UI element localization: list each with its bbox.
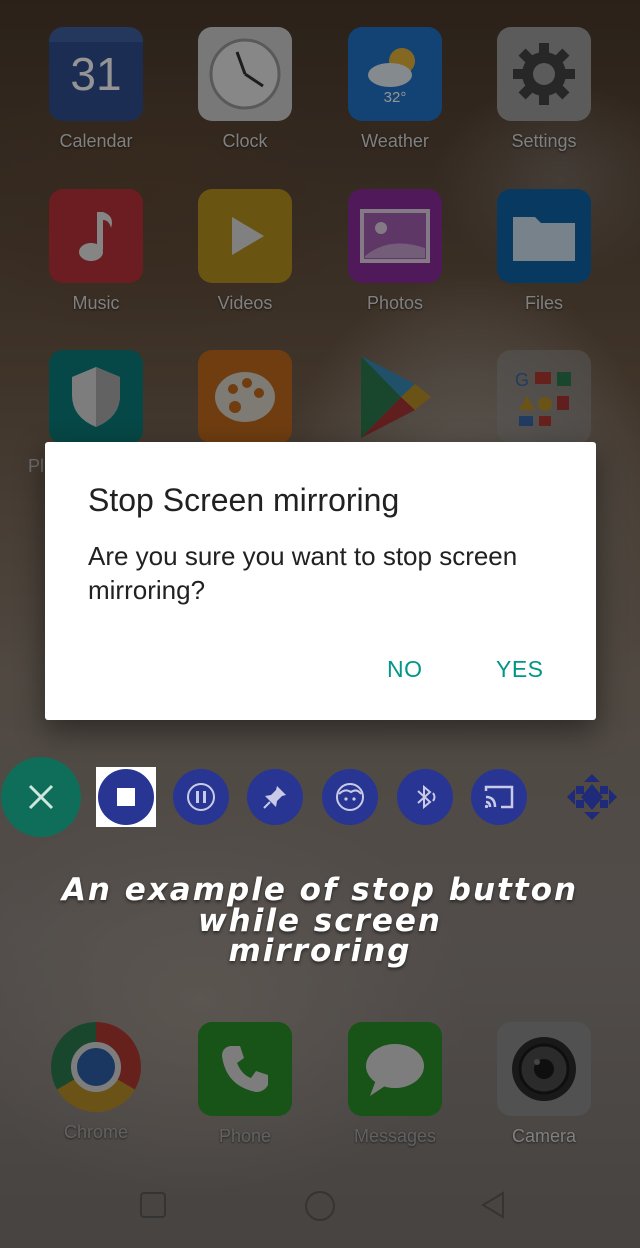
close-toolbar-button[interactable] [1, 757, 81, 837]
stop-mirroring-dialog: Stop Screen mirroring Are you sure you w… [45, 442, 596, 720]
cast-button[interactable] [471, 769, 527, 825]
dialog-message: Are you sure you want to stop screen mir… [88, 541, 518, 605]
stop-button-highlight[interactable] [96, 767, 156, 827]
no-button[interactable]: NO [387, 656, 423, 683]
pin-icon [263, 786, 286, 809]
close-icon [28, 784, 54, 810]
pin-button[interactable] [247, 769, 303, 825]
pause-icon [187, 783, 215, 811]
move-handle[interactable] [567, 774, 617, 820]
bluetooth-button[interactable] [397, 769, 453, 825]
stop-button[interactable] [98, 769, 154, 825]
yes-button[interactable]: YES [496, 656, 544, 683]
face-icon [336, 783, 364, 811]
caption-line-3: mirroring [228, 933, 412, 969]
cast-icon [484, 785, 514, 809]
stop-icon [117, 788, 135, 806]
face-button[interactable] [322, 769, 378, 825]
dialog-title: Stop Screen mirroring [88, 482, 400, 518]
move-arrows-icon [567, 774, 617, 820]
pause-button[interactable] [173, 769, 229, 825]
bluetooth-icon [417, 784, 436, 810]
